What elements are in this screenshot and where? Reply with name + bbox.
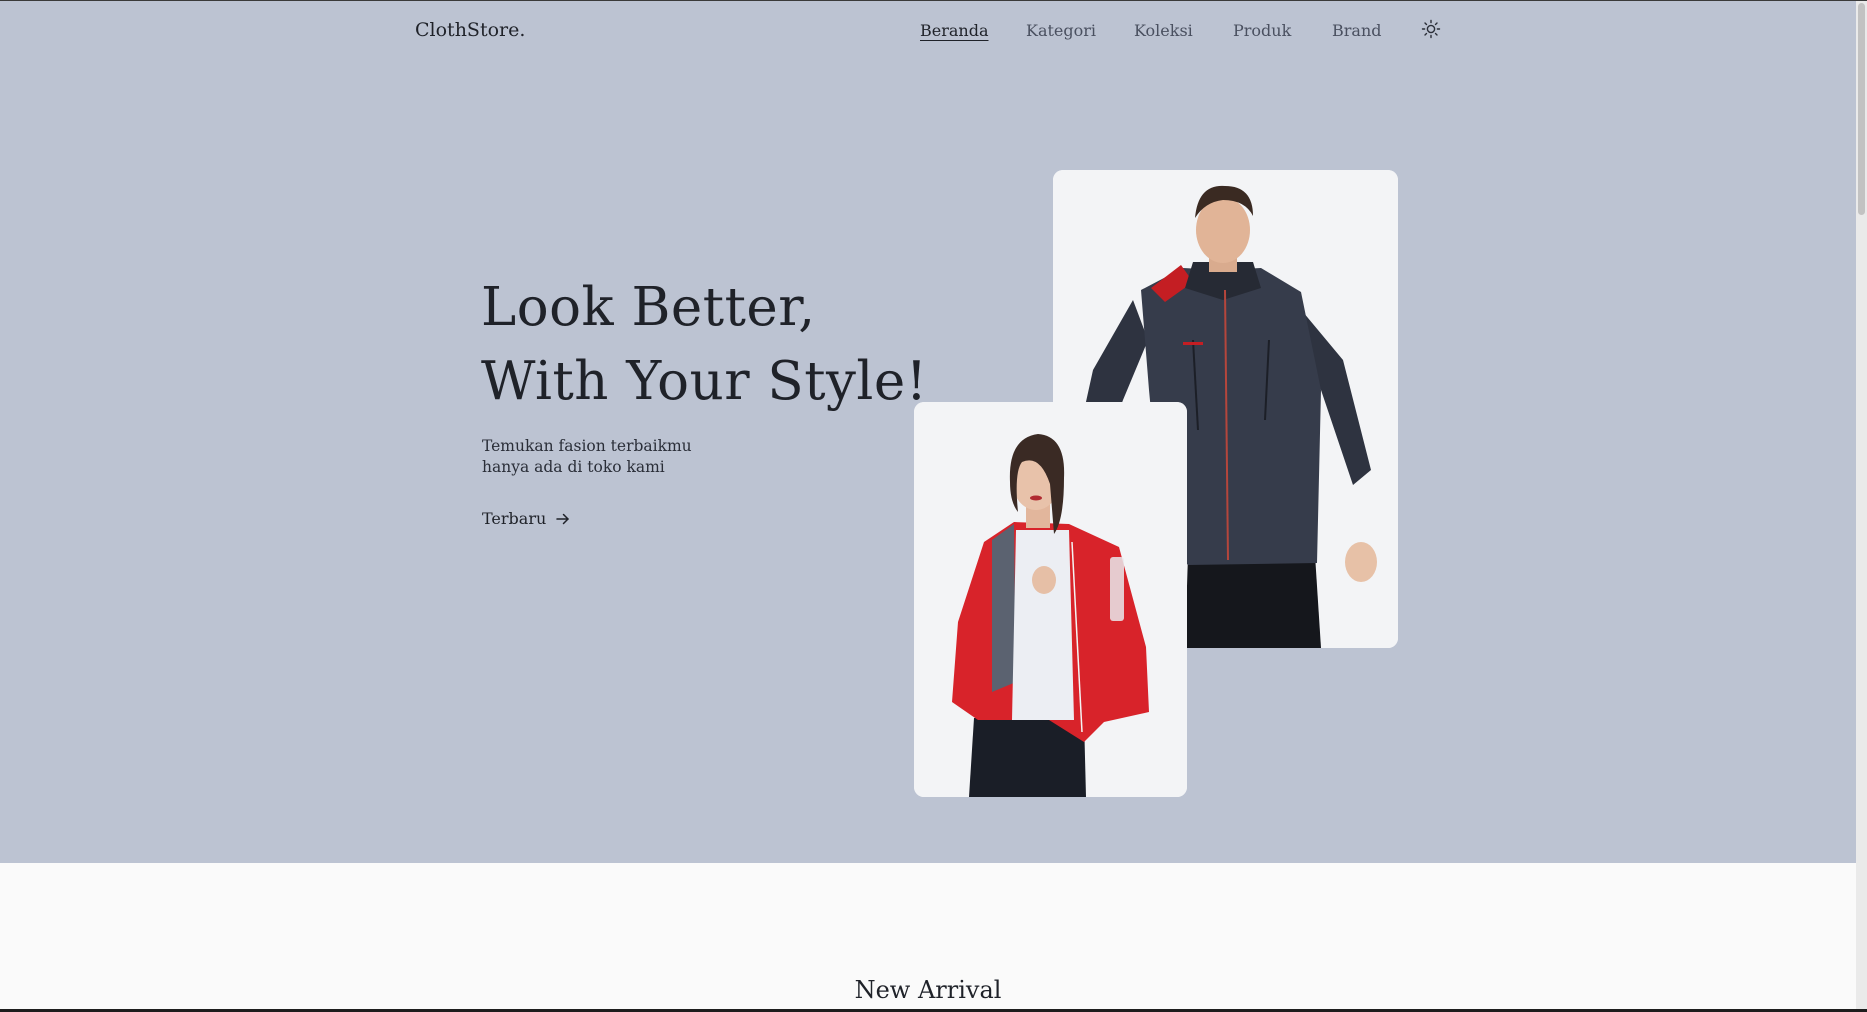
hero-subtitle: Temukan fasion terbaikmu hanya ada di to… xyxy=(482,436,692,478)
woman-red-jacket-photo[interactable] xyxy=(914,402,1187,797)
hero-section: ClothStore. Beranda Kategori Koleksi Pro… xyxy=(0,1,1856,863)
hero-headline-line2: With Your Style! xyxy=(481,351,928,412)
theme-toggle-button[interactable] xyxy=(1421,19,1441,39)
arrow-right-icon xyxy=(556,513,570,524)
terbaru-label: Terbaru xyxy=(482,509,547,528)
hero-subtitle-line1: Temukan fasion terbaikmu xyxy=(482,437,692,455)
hero-headline: Look Better, With Your Style! xyxy=(481,271,928,419)
page-scrollbar[interactable] xyxy=(1856,1,1867,1009)
hero-headline-line1: Look Better, xyxy=(481,277,816,338)
woman-red-jacket-illustration xyxy=(914,402,1187,797)
scrollbar-thumb[interactable] xyxy=(1858,3,1865,215)
hero-subtitle-line2: hanya ada di toko kami xyxy=(482,458,665,476)
nav-item-kategori[interactable]: Kategori xyxy=(1026,21,1096,40)
logo[interactable]: ClothStore. xyxy=(415,19,525,41)
terbaru-link[interactable]: Terbaru xyxy=(482,509,570,528)
nav-item-produk[interactable]: Produk xyxy=(1233,21,1291,40)
nav-item-brand[interactable]: Brand xyxy=(1332,21,1382,40)
new-arrival-title: New Arrival xyxy=(854,976,1002,1004)
nav-item-beranda[interactable]: Beranda xyxy=(920,21,989,40)
nav-item-koleksi[interactable]: Koleksi xyxy=(1134,21,1193,40)
sun-icon xyxy=(1421,19,1441,39)
